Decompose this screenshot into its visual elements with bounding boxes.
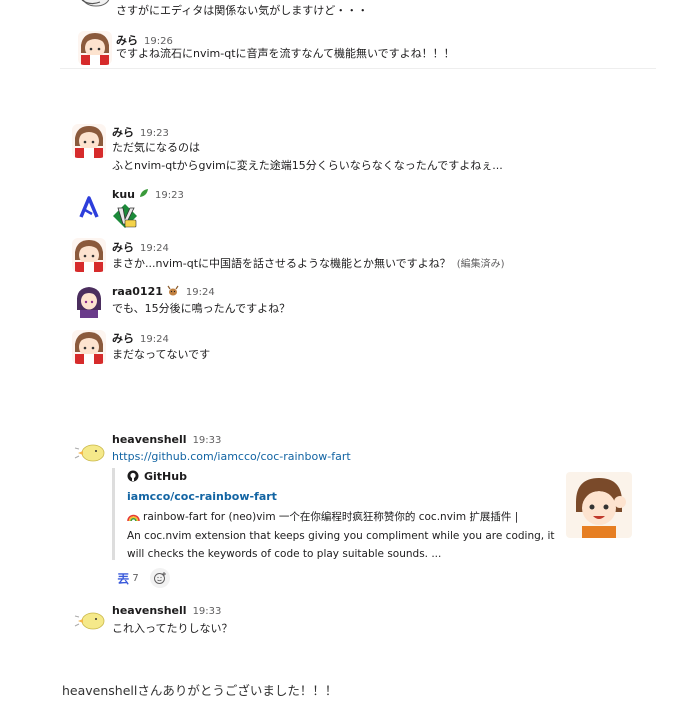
heavenshell-avatar[interactable] bbox=[74, 602, 108, 636]
user-name[interactable]: みら 19:24 bbox=[112, 239, 169, 255]
kuu-avatar[interactable] bbox=[72, 190, 106, 224]
message-line: ふとnvim-qtからgvimに変えた途端15分くらいならなくなったんですよねぇ… bbox=[112, 159, 503, 172]
description-line: rainbow-fart for (neo)vim 一个在你编程时疯狂称赞你的 … bbox=[127, 508, 557, 527]
heavenshell-avatar[interactable] bbox=[74, 434, 108, 468]
timestamp[interactable]: 19:24 bbox=[140, 243, 169, 254]
attachment-source-text: GitHub bbox=[144, 470, 187, 483]
github-link[interactable]: https://github.com/iamcco/coc-rainbow-fa… bbox=[112, 448, 351, 465]
message-text: さすがにエディタは関係ない気がしますけど・・・ bbox=[116, 4, 369, 17]
description-line: will checks the keywords of code to play… bbox=[127, 548, 442, 560]
user-name-text[interactable]: heavenshell bbox=[112, 604, 187, 617]
leaf-status-icon bbox=[138, 188, 149, 202]
message-line: ただ気になるのは bbox=[112, 141, 200, 154]
mira-avatar[interactable] bbox=[78, 31, 112, 65]
user-name[interactable]: みら 19:23 bbox=[112, 124, 169, 140]
description-line-text: rainbow-fart for (neo)vim 一个在你编程时疯狂称赞你的 … bbox=[143, 511, 519, 523]
user-name-text[interactable]: みら bbox=[112, 332, 134, 345]
user-name-text[interactable]: kuu bbox=[112, 188, 135, 201]
rainbow-icon bbox=[127, 509, 140, 527]
mira-avatar[interactable] bbox=[72, 124, 106, 158]
reaction-emoji-icon: 丟 bbox=[117, 571, 130, 586]
bottom-chat-panel: heavenshell 19:33 https://github.com/iamc… bbox=[60, 420, 656, 642]
message-line: でも、15分後に鳴ったんですよね？ bbox=[112, 302, 291, 315]
attachment-description: rainbow-fart for (neo)vim 一个在你编程时疯狂称赞你的 … bbox=[127, 508, 557, 563]
timestamp[interactable]: 19:23 bbox=[155, 190, 184, 201]
middle-chat-panel: みら 19:23 ただ気になるのは ふとnvim-qtからgvimに変えた途端15… bbox=[60, 110, 656, 375]
timestamp[interactable]: 19:24 bbox=[140, 334, 169, 345]
message-text: これ入ってたりしない？ bbox=[112, 622, 233, 635]
user-name[interactable]: みら 19:24 bbox=[112, 330, 169, 346]
raa0121-avatar[interactable] bbox=[72, 284, 106, 318]
user-name[interactable]: heavenshell 19:33 bbox=[112, 604, 221, 617]
timestamp[interactable]: 19:23 bbox=[140, 128, 169, 139]
reaction-count: 7 bbox=[132, 572, 139, 584]
add-reaction-icon bbox=[154, 572, 166, 584]
user-name-text[interactable]: みら bbox=[112, 126, 134, 139]
edited-indicator: (編集済み) bbox=[456, 259, 505, 270]
attachment-source: GitHub bbox=[127, 470, 187, 485]
timestamp[interactable]: 19:33 bbox=[193, 606, 222, 617]
user-name[interactable]: raa0121 19:24 bbox=[112, 285, 215, 299]
user-name-text[interactable]: raa0121 bbox=[112, 285, 163, 298]
vim-logo-sticker[interactable] bbox=[112, 203, 138, 229]
user-name[interactable]: kuu 19:23 bbox=[112, 188, 184, 202]
attachment-thumbnail[interactable] bbox=[566, 472, 632, 538]
mira-avatar[interactable] bbox=[72, 238, 106, 272]
closing-remark: heavenshellさんありがとうございました！！！ bbox=[62, 683, 338, 698]
top-chat-panel: さすがにエディタは関係ない気がしますけど・・・ みら 19:26 ですよね流石にn… bbox=[60, 0, 656, 69]
message-text: ですよね流石にnvim-qtに音声を流すなんて機能無いですよね！！！ bbox=[116, 47, 455, 60]
user-name-text[interactable]: みら bbox=[112, 241, 134, 254]
add-reaction-button[interactable] bbox=[150, 568, 170, 588]
timestamp[interactable]: 19:24 bbox=[186, 287, 215, 298]
message-line: まさか...nvim-qtに中国語を話させるような機能とか無いですよね？ (編集済… bbox=[112, 255, 505, 273]
message-line: まだなってないです bbox=[112, 348, 211, 361]
timestamp[interactable]: 19:33 bbox=[193, 435, 222, 446]
github-icon bbox=[127, 470, 139, 485]
message-line-text: まさか...nvim-qtに中国語を話させるような機能とか無いですよね？ bbox=[112, 257, 451, 270]
attachment-title[interactable]: iamcco/coc-rainbow-fart bbox=[127, 490, 277, 503]
user-name-text[interactable]: heavenshell bbox=[112, 433, 187, 446]
bird-avatar[interactable] bbox=[78, 0, 112, 12]
reaction-pill[interactable]: 丟 7 bbox=[112, 568, 144, 588]
user-name[interactable]: heavenshell 19:33 bbox=[112, 433, 221, 446]
mira-avatar[interactable] bbox=[72, 330, 106, 364]
deer-status-icon bbox=[166, 285, 180, 299]
link-preview-attachment[interactable]: GitHub iamcco/coc-rainbow-fart rainbow-f… bbox=[112, 468, 632, 560]
description-line: An coc.nvim extension that keeps giving … bbox=[127, 530, 555, 542]
